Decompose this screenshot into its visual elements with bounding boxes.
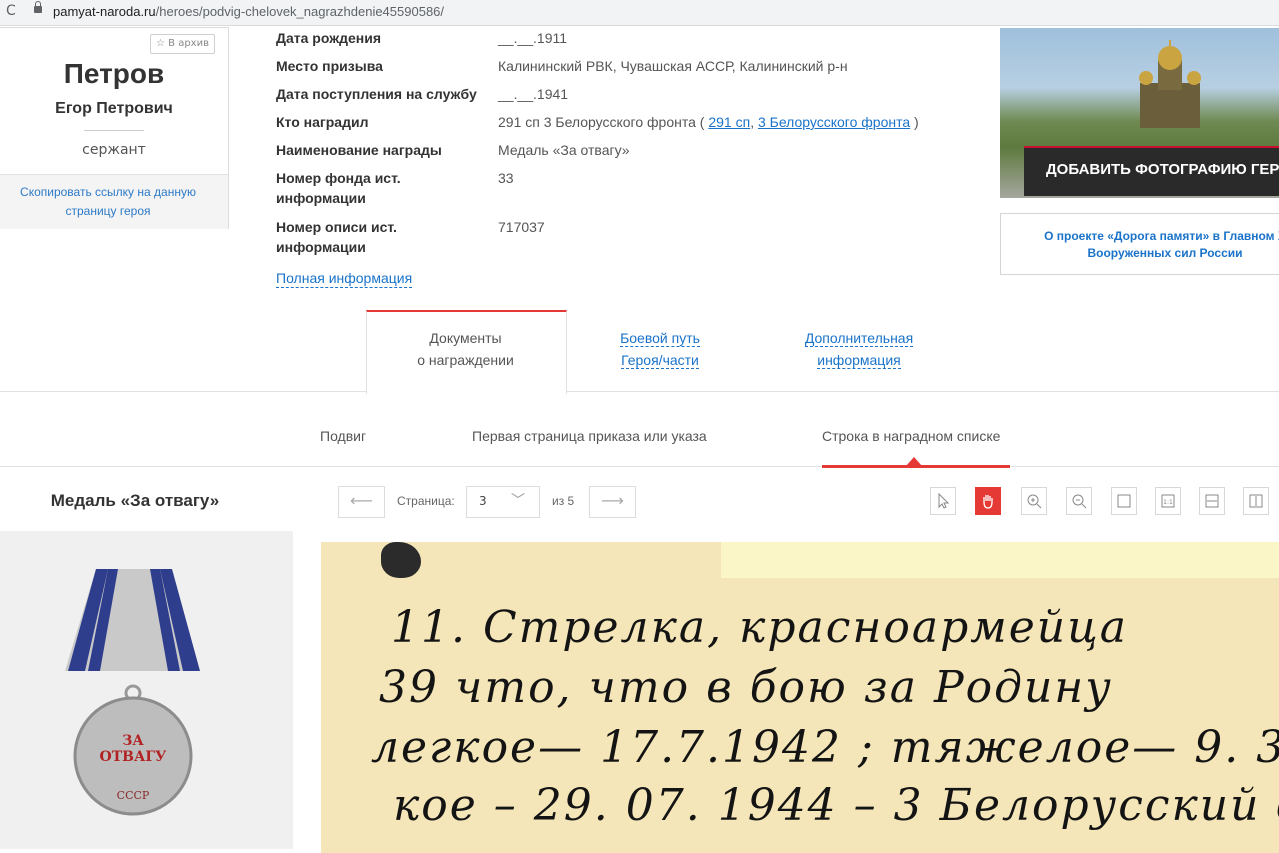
banner-overlay: ДОБАВИТЬ ФОТОГРАФИЮ ГЕР xyxy=(1024,146,1279,196)
zoom-in-button[interactable] xyxy=(1021,487,1047,515)
subtab-award-list-line[interactable]: Строка в наградном списке xyxy=(822,428,1000,444)
next-page-button[interactable]: ⟶ xyxy=(589,486,636,518)
subtabs-baseline xyxy=(0,466,1279,467)
url-field[interactable]: pamyat-naroda.ru/heroes/podvig-chelovek_… xyxy=(53,4,444,19)
subtab-active-arrow xyxy=(906,457,922,466)
tab-award-documents-line2: о награждении xyxy=(417,352,514,368)
archive-label: В архив xyxy=(168,38,209,49)
unit-link[interactable]: 291 сп xyxy=(708,114,750,130)
scan-line-4: кое – 29. 07. 1944 – 3 Белорусский ф xyxy=(393,780,1279,831)
document-scan[interactable]: 11. Стрелка, красноармейца 39 что, что в… xyxy=(321,542,1279,853)
actual-size-icon: 1:1 xyxy=(1161,494,1175,508)
info-label-birth: Дата рождения xyxy=(276,30,382,46)
pointer-tool[interactable] xyxy=(930,487,956,515)
hand-icon xyxy=(983,495,993,509)
medal-title: Медаль «За отвагу» xyxy=(50,491,220,510)
tab-award-documents-label: Документы о награждении xyxy=(366,327,565,371)
info-value-birth: __.__.1911 xyxy=(498,30,568,46)
hand-tool[interactable] xyxy=(975,487,1001,515)
fit-width-icon xyxy=(1205,494,1219,508)
info-label-draft-place: Место призыва xyxy=(276,58,383,74)
archive-button[interactable]: ☆ В архив xyxy=(150,34,215,54)
tab-additional-info[interactable]: Дополнительная информация xyxy=(780,327,938,371)
scan-line-2: 39 что, что в бою за Родину xyxy=(379,662,1113,713)
tab-battle-path[interactable]: Боевой путь Героя/части xyxy=(590,327,730,371)
cathedral-image xyxy=(1139,40,1201,128)
page-select[interactable]: 3 ﹀ xyxy=(466,486,540,518)
svg-text:1:1: 1:1 xyxy=(1163,499,1173,506)
awarded-by-sep: , xyxy=(750,114,758,130)
fit-page-button[interactable] xyxy=(1111,487,1137,515)
awarded-by-suffix: ) xyxy=(910,114,919,130)
scan-highlight xyxy=(721,542,1279,578)
current-page: 3 xyxy=(479,494,487,508)
info-value-draft-place: Калининский РВК, Чувашская АССР, Калинин… xyxy=(498,58,848,74)
fit-width-button[interactable] xyxy=(1199,487,1225,515)
reload-icon[interactable]: C xyxy=(6,3,16,19)
medal-text-sssr: СССР xyxy=(117,789,150,802)
chevron-down-icon: ﹀ xyxy=(511,493,525,509)
tab-battle-path-line1: Боевой путь xyxy=(620,330,700,347)
about-project-link[interactable]: О проекте «Дорога памяти» в Главном Х Во… xyxy=(1015,228,1279,262)
subtab-order-first-page[interactable]: Первая страница приказа или указа xyxy=(472,428,707,444)
page-count: из 5 xyxy=(552,494,575,508)
tab-additional-info-line2: информация xyxy=(817,352,901,369)
copy-link[interactable]: Скопировать ссылку на данную страницу ге… xyxy=(4,183,212,221)
scan-line-3: легкое— 17.7.1942 ; тяжелое— 9. 3. 194 xyxy=(371,722,1279,773)
awarded-by-text: 291 сп 3 Белорусского фронта ( xyxy=(498,114,709,130)
medal-text-za: ЗА xyxy=(122,733,144,749)
add-photo-banner[interactable]: ДОБАВИТЬ ФОТОГРАФИЮ ГЕР xyxy=(1000,28,1279,198)
add-photo-label: ДОБАВИТЬ ФОТОГРАФИЮ ГЕР xyxy=(1046,161,1279,178)
medal-image-box: ЗА ОТВАГУ СССР xyxy=(0,531,293,849)
front-link[interactable]: 3 Белорусского фронта xyxy=(758,114,910,130)
info-label-service-date: Дата поступления на службу xyxy=(276,86,477,102)
fit-height-icon xyxy=(1249,494,1263,508)
hero-name: Егор Петрович xyxy=(55,100,173,117)
info-label-award-name: Наименование награды xyxy=(276,142,442,158)
zoom-out-button[interactable] xyxy=(1066,487,1092,515)
medal-image: ЗА ОТВАГУ СССР xyxy=(65,569,200,816)
info-label-awarded-by: Кто наградил xyxy=(276,114,369,130)
tab-additional-info-line1: Дополнительная xyxy=(804,330,914,347)
info-value-awarded-by: 291 сп 3 Белорусского фронта ( 291 сп, 3… xyxy=(498,112,919,132)
browser-address-bar: C pamyat-naroda.ru/heroes/podvig-chelove… xyxy=(0,0,1279,26)
info-value-inventory: 717037 xyxy=(498,219,545,235)
divider xyxy=(84,130,144,131)
prev-page-button[interactable]: ⟵ xyxy=(338,486,385,518)
info-label-inventory: Номер описи ист. информации xyxy=(276,219,397,255)
subtab-feat[interactable]: Подвиг xyxy=(320,428,366,444)
info-label-fund: Номер фонда ист. информации xyxy=(276,170,401,206)
full-info-link[interactable]: Полная информация xyxy=(276,269,413,288)
tab-battle-path-line2: Героя/части xyxy=(621,352,699,369)
about-project-box[interactable]: О проекте «Дорога памяти» в Главном Х Во… xyxy=(1000,213,1279,275)
info-value-award-name: Медаль «За отвагу» xyxy=(498,142,630,158)
hero-card: ☆ В архив Петров Егор Петрович сержант С… xyxy=(0,27,229,229)
hero-rank: сержант xyxy=(82,142,146,158)
fit-page-icon xyxy=(1117,494,1131,508)
zoom-out-icon xyxy=(1072,494,1087,509)
lock-icon xyxy=(34,1,42,13)
info-value-service-date: __.__.1941 xyxy=(498,86,569,102)
info-value-fund: 33 xyxy=(498,170,514,186)
medal-text-otvagu: ОТВАГУ xyxy=(100,749,168,765)
scan-line-1: 11. Стрелка, красноармейца xyxy=(391,602,1129,653)
actual-size-button[interactable]: 1:1 xyxy=(1155,487,1181,515)
scan-stain xyxy=(381,542,421,578)
cursor-icon xyxy=(938,492,950,509)
tabs-baseline xyxy=(0,391,1279,392)
star-icon: ☆ xyxy=(156,38,165,49)
zoom-in-icon xyxy=(1027,494,1042,509)
url-domain: pamyat-naroda.ru xyxy=(53,4,156,19)
tab-award-documents-line1: Документы xyxy=(429,330,502,346)
url-path: /heroes/podvig-chelovek_nagrazhdenie4559… xyxy=(155,4,445,19)
page-label: Страница: xyxy=(397,494,455,508)
hero-surname: Петров xyxy=(63,58,165,89)
fit-height-button[interactable] xyxy=(1243,487,1269,515)
